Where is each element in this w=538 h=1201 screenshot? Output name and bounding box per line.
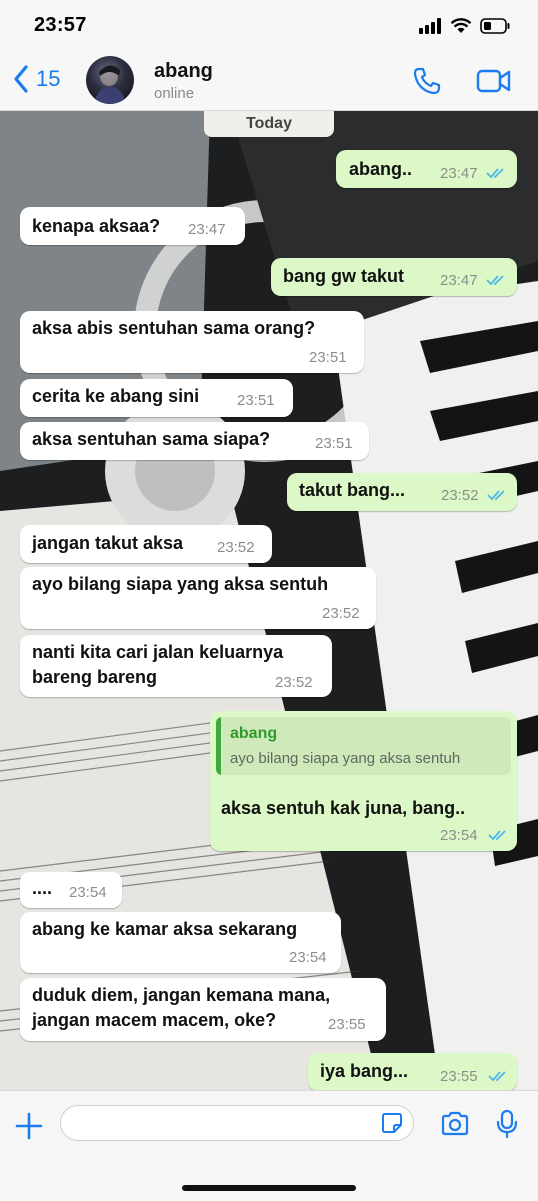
message-bubble-outgoing[interactable]: bang gw takut 23:47 <box>271 258 517 296</box>
sticker-icon[interactable] <box>381 1112 403 1134</box>
message-input[interactable] <box>60 1105 414 1141</box>
message-text: abang ke kamar aksa sekarang <box>32 919 298 939</box>
avatar[interactable] <box>86 56 134 104</box>
message-bubble-incoming[interactable]: jangan takut aksa 23:52 <box>20 525 272 563</box>
status-bar: 23:57 <box>0 0 538 52</box>
wifi-icon <box>450 18 472 33</box>
message-bubble-outgoing[interactable]: iya bang... 23:55 <box>308 1053 517 1090</box>
message-time: 23:47 <box>188 221 226 238</box>
contact-presence: online <box>154 85 195 102</box>
message-bubble-incoming[interactable]: nanti kita cari jalan keluarnya bareng b… <box>20 635 332 697</box>
message-bubble-outgoing[interactable]: takut bang... 23:52 <box>287 473 517 511</box>
message-bubble-incoming[interactable]: cerita ke abang sini 23:51 <box>20 379 293 417</box>
double-check-icon <box>488 830 506 841</box>
message-bubble-incoming[interactable]: .... 23:54 <box>20 872 122 908</box>
status-time: 23:57 <box>34 14 87 36</box>
composer-bar <box>0 1090 538 1201</box>
message-bubble-incoming[interactable]: duduk diem, jangan kemana mana, jangan m… <box>20 978 386 1041</box>
message-text: nanti kita cari jalan keluarnya bareng b… <box>32 642 284 687</box>
message-text: abang.. <box>349 159 413 179</box>
message-bubble-outgoing[interactable]: abang.. 23:47 <box>336 150 517 188</box>
message-time: 23:54 <box>440 827 478 844</box>
message-time: 23:54 <box>69 884 107 901</box>
message-bubble-incoming[interactable]: kenapa aksaa? 23:47 <box>20 207 245 245</box>
message-text: aksa abis sentuhan sama orang? <box>32 318 316 338</box>
message-text: bang gw takut <box>283 266 404 286</box>
double-check-icon <box>486 168 504 179</box>
message-bubble-incoming[interactable]: aksa abis sentuhan sama orang? 23:51 <box>20 311 364 373</box>
chat-header: 15 abang online <box>0 52 538 111</box>
message-bubble-incoming[interactable]: ayo bilang siapa yang aksa sentuh 23:52 <box>20 567 376 629</box>
signal-icon <box>419 18 441 34</box>
unread-count: 15 <box>36 66 61 91</box>
chat-area[interactable]: Today abang.. 23:47 kenapa aksaa? 23:47 … <box>0 111 538 1090</box>
message-time: 23:47 <box>440 272 478 289</box>
message-time: 23:52 <box>441 487 479 504</box>
message-text: cerita ke abang sini <box>32 386 200 406</box>
home-indicator <box>182 1185 356 1191</box>
quote-bar <box>216 717 221 775</box>
message-time: 23:51 <box>309 349 347 366</box>
video-icon[interactable] <box>476 68 512 94</box>
message-text: aksa sentuhan sama siapa? <box>32 429 271 449</box>
message-time: 23:52 <box>322 605 360 622</box>
message-time: 23:51 <box>237 392 275 409</box>
phone-icon[interactable] <box>412 66 442 96</box>
message-text: .... <box>32 878 53 898</box>
message-time: 23:54 <box>289 949 327 966</box>
message-bubble-incoming[interactable]: abang ke kamar aksa sekarang 23:54 <box>20 912 341 973</box>
back-chevron-icon <box>14 65 28 93</box>
message-text: kenapa aksaa? <box>32 216 161 236</box>
date-chip: Today <box>204 111 334 137</box>
message-time: 23:52 <box>275 674 313 691</box>
back-button[interactable]: 15 <box>12 64 60 94</box>
message-text: aksa sentuh kak juna, bang.. <box>221 798 466 818</box>
message-text: duduk diem, jangan kemana mana, jangan m… <box>32 985 331 1030</box>
quoted-message[interactable]: abang ayo bilang siapa yang aksa sentuh <box>216 717 511 775</box>
message-bubble-incoming[interactable]: aksa sentuhan sama siapa? 23:51 <box>20 422 369 460</box>
message-text: iya bang... <box>320 1061 409 1081</box>
quote-author: abang <box>230 725 278 742</box>
message-bubble-outgoing-reply[interactable]: abang ayo bilang siapa yang aksa sentuh … <box>210 711 517 851</box>
system-icons <box>418 16 510 36</box>
message-text: takut bang... <box>299 480 406 500</box>
double-check-icon <box>487 490 505 501</box>
double-check-icon <box>486 275 504 286</box>
message-text: ayo bilang siapa yang aksa sentuh <box>32 574 329 594</box>
mic-icon[interactable] <box>496 1109 518 1139</box>
camera-icon[interactable] <box>440 1111 470 1137</box>
message-time: 23:55 <box>328 1016 366 1033</box>
message-time: 23:52 <box>217 539 255 556</box>
message-time: 23:51 <box>315 435 353 452</box>
plus-icon[interactable] <box>14 1111 44 1141</box>
contact-name[interactable]: abang <box>154 60 213 83</box>
quote-text: ayo bilang siapa yang aksa sentuh <box>230 750 461 767</box>
double-check-icon <box>488 1071 506 1082</box>
message-time: 23:47 <box>440 165 478 182</box>
message-time: 23:55 <box>440 1068 478 1085</box>
battery-icon <box>480 18 510 34</box>
message-text: jangan takut aksa <box>32 533 184 553</box>
